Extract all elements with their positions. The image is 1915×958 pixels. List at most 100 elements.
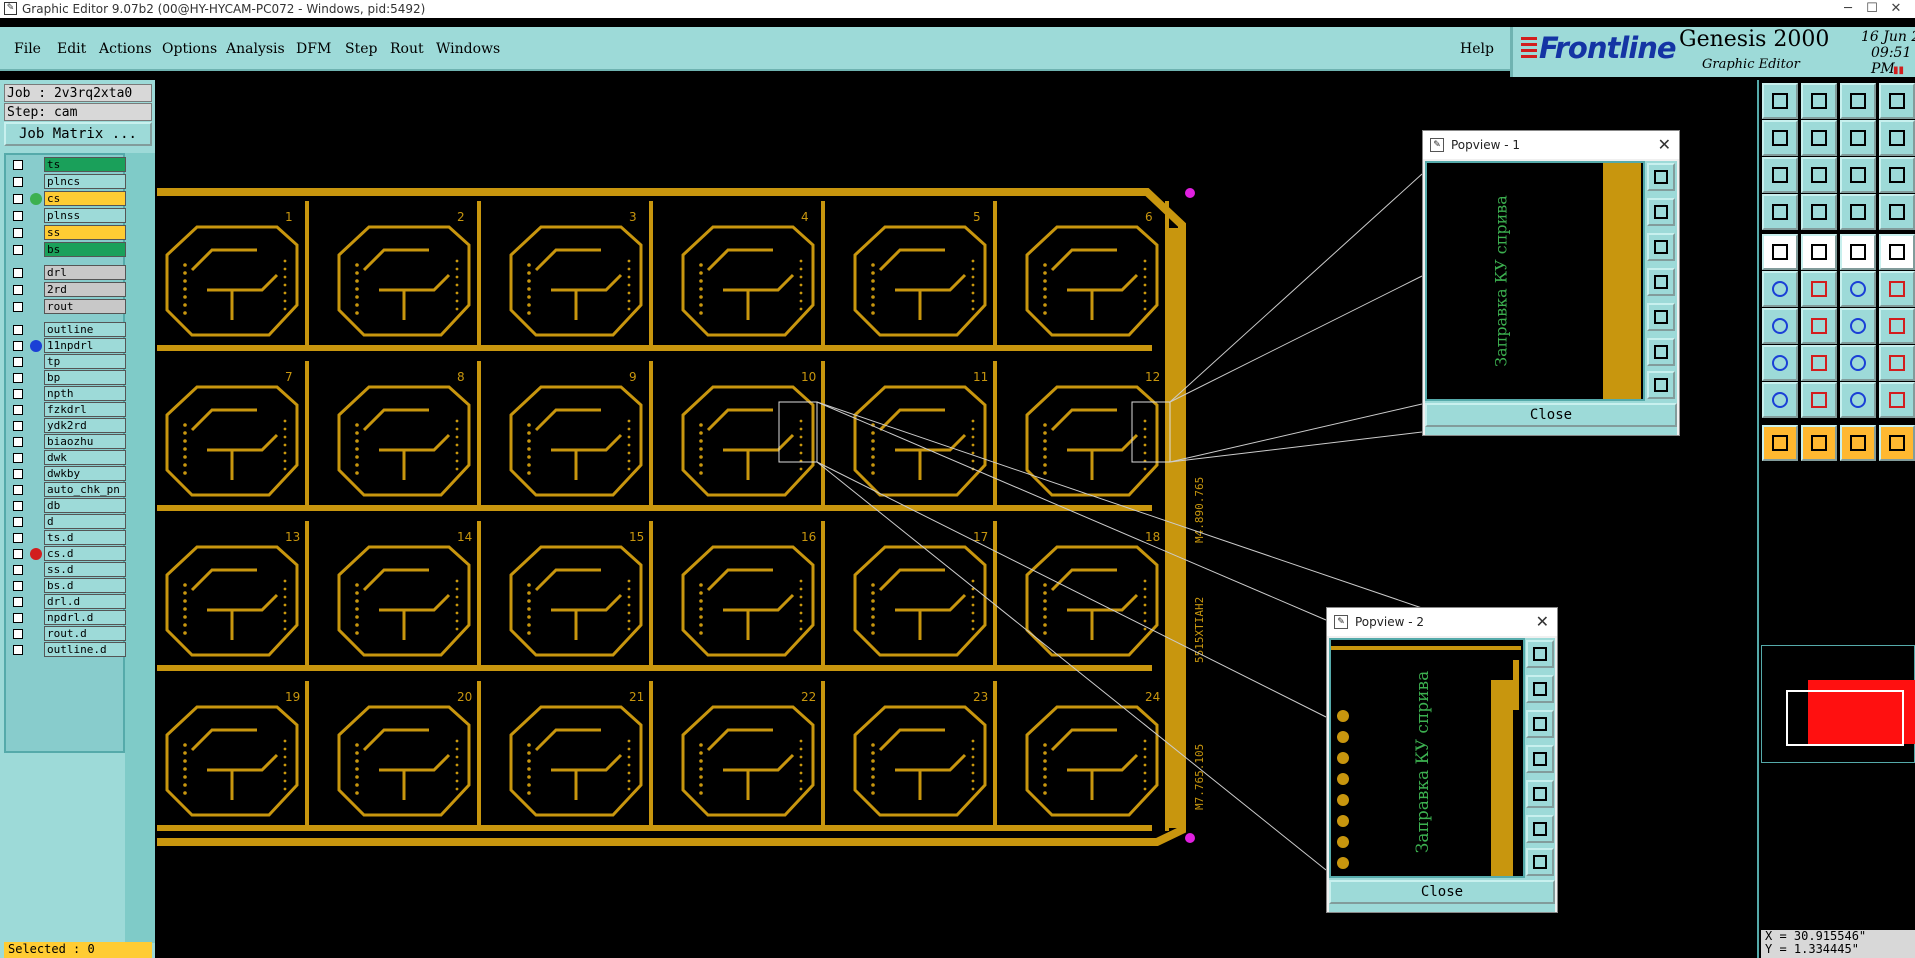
layer-checkbox[interactable]	[13, 325, 23, 335]
tool-help-icon[interactable]	[1879, 157, 1915, 193]
layer-checkbox[interactable]	[13, 421, 23, 431]
tool-angle-icon[interactable]	[1762, 308, 1798, 344]
layer-row-ts[interactable]: ts	[8, 157, 126, 172]
layer-row-bs.d[interactable]: bs.d	[8, 578, 126, 593]
layer-name[interactable]: rout	[44, 299, 126, 314]
layer-checkbox[interactable]	[13, 533, 23, 543]
layer-row-npdrl.d[interactable]: npdrl.d	[8, 610, 126, 625]
layer-checkbox[interactable]	[13, 228, 23, 238]
layer-checkbox[interactable]	[13, 517, 23, 527]
tool-scale-icon[interactable]	[1840, 157, 1876, 193]
layer-checkbox[interactable]	[13, 565, 23, 575]
popview-2-close-button[interactable]: Close	[1329, 880, 1555, 904]
tool-minus-icon[interactable]	[1801, 345, 1837, 381]
layer-row-rout.d[interactable]: rout.d	[8, 626, 126, 641]
tool-pointer-icon[interactable]	[1762, 425, 1798, 461]
layer-row-cs.d[interactable]: cs.d	[8, 546, 126, 561]
layer-checkbox[interactable]	[13, 613, 23, 623]
tool-ruler-icon[interactable]	[1840, 234, 1876, 270]
layer-checkbox[interactable]	[13, 194, 23, 204]
layer-row-ss.d[interactable]: ss.d	[8, 562, 126, 577]
menu-options[interactable]: Options	[162, 41, 217, 57]
layer-row-plnss[interactable]: plnss	[8, 208, 126, 223]
layer-checkbox[interactable]	[13, 405, 23, 415]
tool-layout-icon[interactable]	[1879, 83, 1915, 119]
tool-pan-icon[interactable]	[1801, 157, 1837, 193]
tool-arch2-icon[interactable]	[1879, 382, 1915, 418]
tool-arrow-icon[interactable]	[1840, 271, 1876, 307]
close-window-button[interactable]: ✕	[1876, 0, 1915, 18]
layer-name[interactable]: cs	[44, 191, 126, 206]
layer-name[interactable]: ts	[44, 157, 126, 172]
menu-edit[interactable]: Edit	[57, 41, 86, 57]
tool-cross-icon[interactable]	[1801, 271, 1837, 307]
menu-help[interactable]: Help	[1460, 41, 1494, 57]
layer-checkbox[interactable]	[13, 268, 23, 278]
layer-name[interactable]: npdrl.d	[44, 610, 126, 625]
tool-right-icon[interactable]	[1801, 120, 1837, 156]
layer-name[interactable]: plncs	[44, 174, 126, 189]
layer-checkbox[interactable]	[13, 501, 23, 511]
layer-row-tp[interactable]: tp	[8, 354, 126, 369]
layer-name[interactable]: bs	[44, 242, 126, 257]
tool-node-icon[interactable]	[1840, 345, 1876, 381]
popview-tool-right-icon[interactable]	[1647, 303, 1675, 331]
popview-1-view[interactable]: Заправка КУ сприва	[1425, 161, 1645, 401]
layer-checkbox[interactable]	[13, 211, 23, 221]
layer-row-ydk2rd[interactable]: ydk2rd	[8, 418, 126, 433]
layer-checkbox[interactable]	[13, 160, 23, 170]
layer-checkbox[interactable]	[13, 177, 23, 187]
layer-checkbox[interactable]	[13, 285, 23, 295]
layer-name[interactable]: outline.d	[44, 642, 126, 657]
layer-name[interactable]: rout.d	[44, 626, 126, 641]
tool-zoom-fit-icon[interactable]	[1762, 157, 1798, 193]
layer-row-drl[interactable]: drl	[8, 265, 126, 280]
layer-row-ss[interactable]: ss	[8, 225, 126, 240]
popview-tool-fit-icon[interactable]	[1526, 815, 1554, 843]
tool-pad-icon[interactable]	[1879, 234, 1915, 270]
tool-triangle-icon[interactable]	[1762, 382, 1798, 418]
menu-windows[interactable]: Windows	[436, 41, 500, 57]
layer-name[interactable]: ss	[44, 225, 126, 240]
layer-name[interactable]: bp	[44, 370, 126, 385]
layer-checkbox[interactable]	[13, 597, 23, 607]
popview-tool-up-icon[interactable]	[1647, 198, 1675, 226]
popview-tool-up-icon[interactable]	[1526, 675, 1554, 703]
layer-row-plncs[interactable]: plncs	[8, 174, 126, 189]
menu-actions[interactable]: Actions	[99, 41, 152, 57]
layer-name[interactable]: 11npdrl	[44, 338, 126, 353]
layer-name[interactable]: 2rd	[44, 282, 126, 297]
layer-name[interactable]: cs.d	[44, 546, 126, 561]
layer-name[interactable]: ts.d	[44, 530, 126, 545]
popview-2-close-icon[interactable]: ✕	[1536, 608, 1549, 636]
layer-checkbox[interactable]	[13, 581, 23, 591]
layer-checkbox[interactable]	[13, 645, 23, 655]
popview-1-close-icon[interactable]: ✕	[1658, 131, 1671, 159]
tool-pointer2-icon[interactable]	[1801, 425, 1837, 461]
popview-tool-down-icon[interactable]	[1526, 710, 1554, 738]
layer-row-drl.d[interactable]: drl.d	[8, 594, 126, 609]
tool-step-icon[interactable]	[1879, 120, 1915, 156]
popview-tool-fit-icon[interactable]	[1647, 338, 1675, 366]
menu-step[interactable]: Step	[345, 41, 377, 57]
pause-icon[interactable]: ▮▮	[1893, 65, 1904, 76]
tool-save-icon[interactable]	[1762, 83, 1798, 119]
layer-checkbox[interactable]	[13, 549, 23, 559]
minimap-viewport[interactable]	[1786, 690, 1904, 746]
menu-analysis[interactable]: Analysis	[226, 41, 285, 57]
popview-tool-zoom-icon[interactable]	[1647, 163, 1675, 191]
menu-dfm[interactable]: DFM	[296, 41, 331, 57]
layer-row-fzkdrl[interactable]: fzkdrl	[8, 402, 126, 417]
overview-minimap[interactable]	[1761, 645, 1915, 763]
tool-group-icon[interactable]	[1879, 345, 1915, 381]
popview-tool-left-icon[interactable]	[1526, 745, 1554, 773]
layer-row-bp[interactable]: bp	[8, 370, 126, 385]
layer-row-rout[interactable]: rout	[8, 299, 126, 314]
tool-line-icon[interactable]	[1801, 234, 1837, 270]
layer-checkbox[interactable]	[13, 357, 23, 367]
tool-arch-icon[interactable]	[1840, 382, 1876, 418]
layer-name[interactable]: plnss	[44, 208, 126, 223]
layer-name[interactable]: drl	[44, 265, 126, 280]
tool-flip-icon[interactable]	[1840, 120, 1876, 156]
layer-name[interactable]: dwk	[44, 450, 126, 465]
